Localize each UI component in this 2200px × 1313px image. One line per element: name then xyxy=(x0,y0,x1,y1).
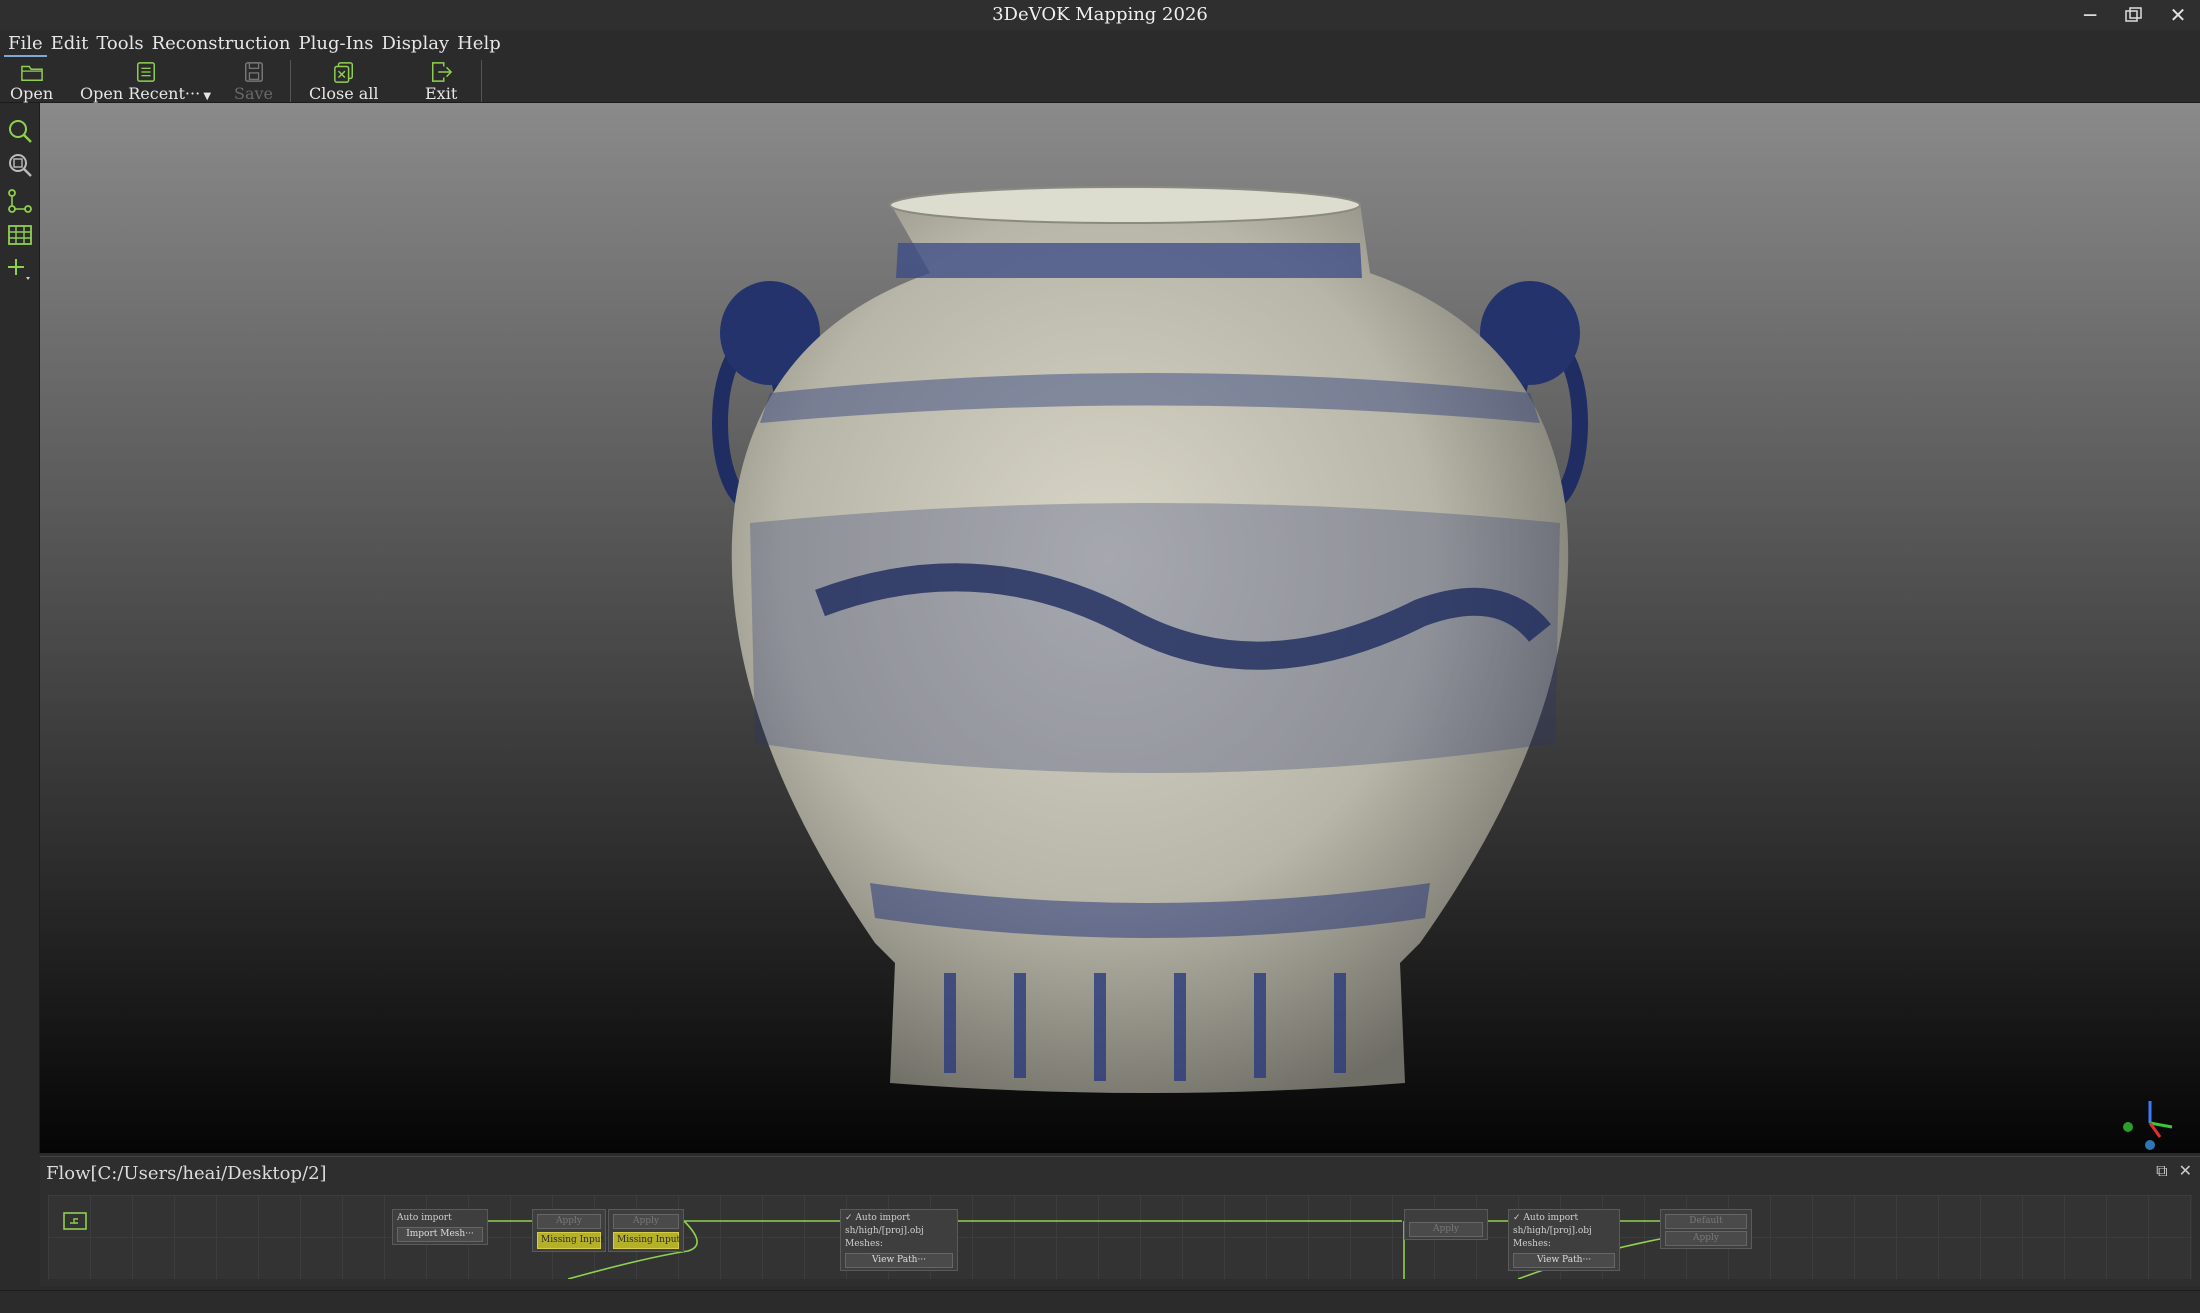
flow-title: Flow[C:/Users/heai/Desktop/2] xyxy=(46,1163,327,1184)
axis-gizmo-icon[interactable] xyxy=(2120,1093,2180,1153)
toolbar-separator xyxy=(481,60,482,102)
save-icon xyxy=(244,62,263,82)
close-icon[interactable]: ✕ xyxy=(2158,0,2198,30)
open-recent-button[interactable]: Open Recent··· ▼ xyxy=(80,58,211,103)
missing-input-badge: Missing Input xyxy=(613,1232,680,1249)
flow-panel-controls: ⧉ ✕ xyxy=(2156,1161,2192,1181)
menu-edit[interactable]: Edit xyxy=(47,31,93,57)
status-bar xyxy=(0,1290,2200,1313)
main-toolbar: Open Open Recent··· ▼ Save Close all Exi… xyxy=(0,58,2200,103)
simplify-node[interactable]: Apply xyxy=(1404,1209,1488,1240)
auto-import-checkbox[interactable]: Auto import xyxy=(397,1212,483,1225)
folder-icon xyxy=(20,65,43,81)
flow-canvas[interactable]: Auto import Import Mesh··· Apply Missing… xyxy=(48,1195,2192,1279)
left-toolbar xyxy=(0,103,40,1153)
view-path-button[interactable]: View Path··· xyxy=(1513,1253,1615,1268)
title-bar: 3DeVOK Mapping 2026 ─ ✕ xyxy=(0,0,2200,30)
menu-bar: File Edit Tools Reconstruction Plug-Ins … xyxy=(0,30,2200,58)
open-recent-label: Open Recent··· ▼ xyxy=(80,84,211,103)
clean-apply-button[interactable]: Apply xyxy=(613,1214,679,1229)
import-mesh-button[interactable]: Import Mesh··· xyxy=(397,1227,483,1242)
mesh-data-node[interactable]: ✓ Auto import sh/high/[proj].obj Meshes:… xyxy=(840,1209,958,1271)
float-icon[interactable]: ⧉ xyxy=(2156,1161,2167,1180)
add-icon[interactable] xyxy=(6,255,34,283)
restore-icon[interactable] xyxy=(2114,0,2154,30)
simplify-apply-button[interactable]: Apply xyxy=(1409,1222,1483,1237)
exit-button[interactable]: Exit xyxy=(425,58,457,103)
exit-label: Exit xyxy=(425,84,458,103)
transform-apply-button[interactable]: Apply xyxy=(537,1214,601,1229)
missing-input-badge: Missing Input xyxy=(537,1232,604,1249)
auto-import-checkbox[interactable]: ✓ Auto import xyxy=(845,1212,953,1225)
toolbar-separator xyxy=(290,60,291,102)
3d-viewport[interactable] xyxy=(40,103,2200,1153)
mesh-path: sh/high/[proj].obj xyxy=(1513,1226,1592,1236)
chevron-down-icon: ▼ xyxy=(200,91,212,102)
meshes-label: Meshes: xyxy=(845,1239,883,1249)
close-all-icon xyxy=(333,62,353,83)
grid-icon[interactable] xyxy=(6,221,34,249)
flow-panel: Flow[C:/Users/heai/Desktop/2] ⧉ ✕ Auto i… xyxy=(40,1156,2200,1286)
meshes-label: Meshes: xyxy=(1513,1239,1551,1249)
save-button[interactable]: Save xyxy=(234,58,273,103)
mesh-data-node-2[interactable]: ✓ Auto import sh/high/[proj].obj Meshes:… xyxy=(1508,1209,1620,1271)
import-mesh-node[interactable]: Auto import Import Mesh··· xyxy=(392,1209,488,1245)
open-label: Open xyxy=(10,84,54,103)
open-recent-text: Open Recent··· xyxy=(80,84,201,103)
menu-reconstruction[interactable]: Reconstruction xyxy=(148,31,295,57)
clean-mesh-node[interactable]: Apply Missing Input xyxy=(608,1209,684,1252)
flow-connections xyxy=(488,1220,1661,1279)
view-path-button[interactable]: View Path··· xyxy=(845,1253,953,1268)
vase-model xyxy=(712,186,1588,1093)
flow-close-icon[interactable]: ✕ xyxy=(2179,1161,2192,1180)
menu-tools[interactable]: Tools xyxy=(92,31,147,57)
zoom-fit-icon[interactable] xyxy=(6,151,34,179)
menu-display[interactable]: Display xyxy=(378,31,454,57)
nodes-icon[interactable] xyxy=(6,187,34,215)
list-icon xyxy=(136,62,155,82)
zoom-icon[interactable] xyxy=(6,117,34,145)
minimize-icon[interactable]: ─ xyxy=(2070,0,2110,30)
mesh-path: sh/high/[proj].obj xyxy=(845,1226,924,1236)
menu-file[interactable]: File xyxy=(4,31,47,57)
exit-icon xyxy=(432,62,453,82)
close-all-label: Close all xyxy=(309,84,379,103)
auto-import-checkbox[interactable]: ✓ Auto import xyxy=(1513,1212,1615,1225)
open-button[interactable]: Open xyxy=(10,58,53,103)
menu-plugins[interactable]: Plug-Ins xyxy=(294,31,377,57)
close-all-button[interactable]: Close all xyxy=(309,58,379,103)
transform-node[interactable]: Apply Missing Input xyxy=(532,1209,606,1252)
bake-apply-button[interactable]: Apply xyxy=(1665,1231,1747,1246)
menu-help[interactable]: Help xyxy=(453,31,505,57)
save-label: Save xyxy=(234,84,274,103)
bake-texture-node[interactable]: Default Apply xyxy=(1660,1209,1752,1249)
default-select[interactable]: Default xyxy=(1665,1214,1747,1229)
window-title: 3DeVOK Mapping 2026 xyxy=(992,4,1208,25)
